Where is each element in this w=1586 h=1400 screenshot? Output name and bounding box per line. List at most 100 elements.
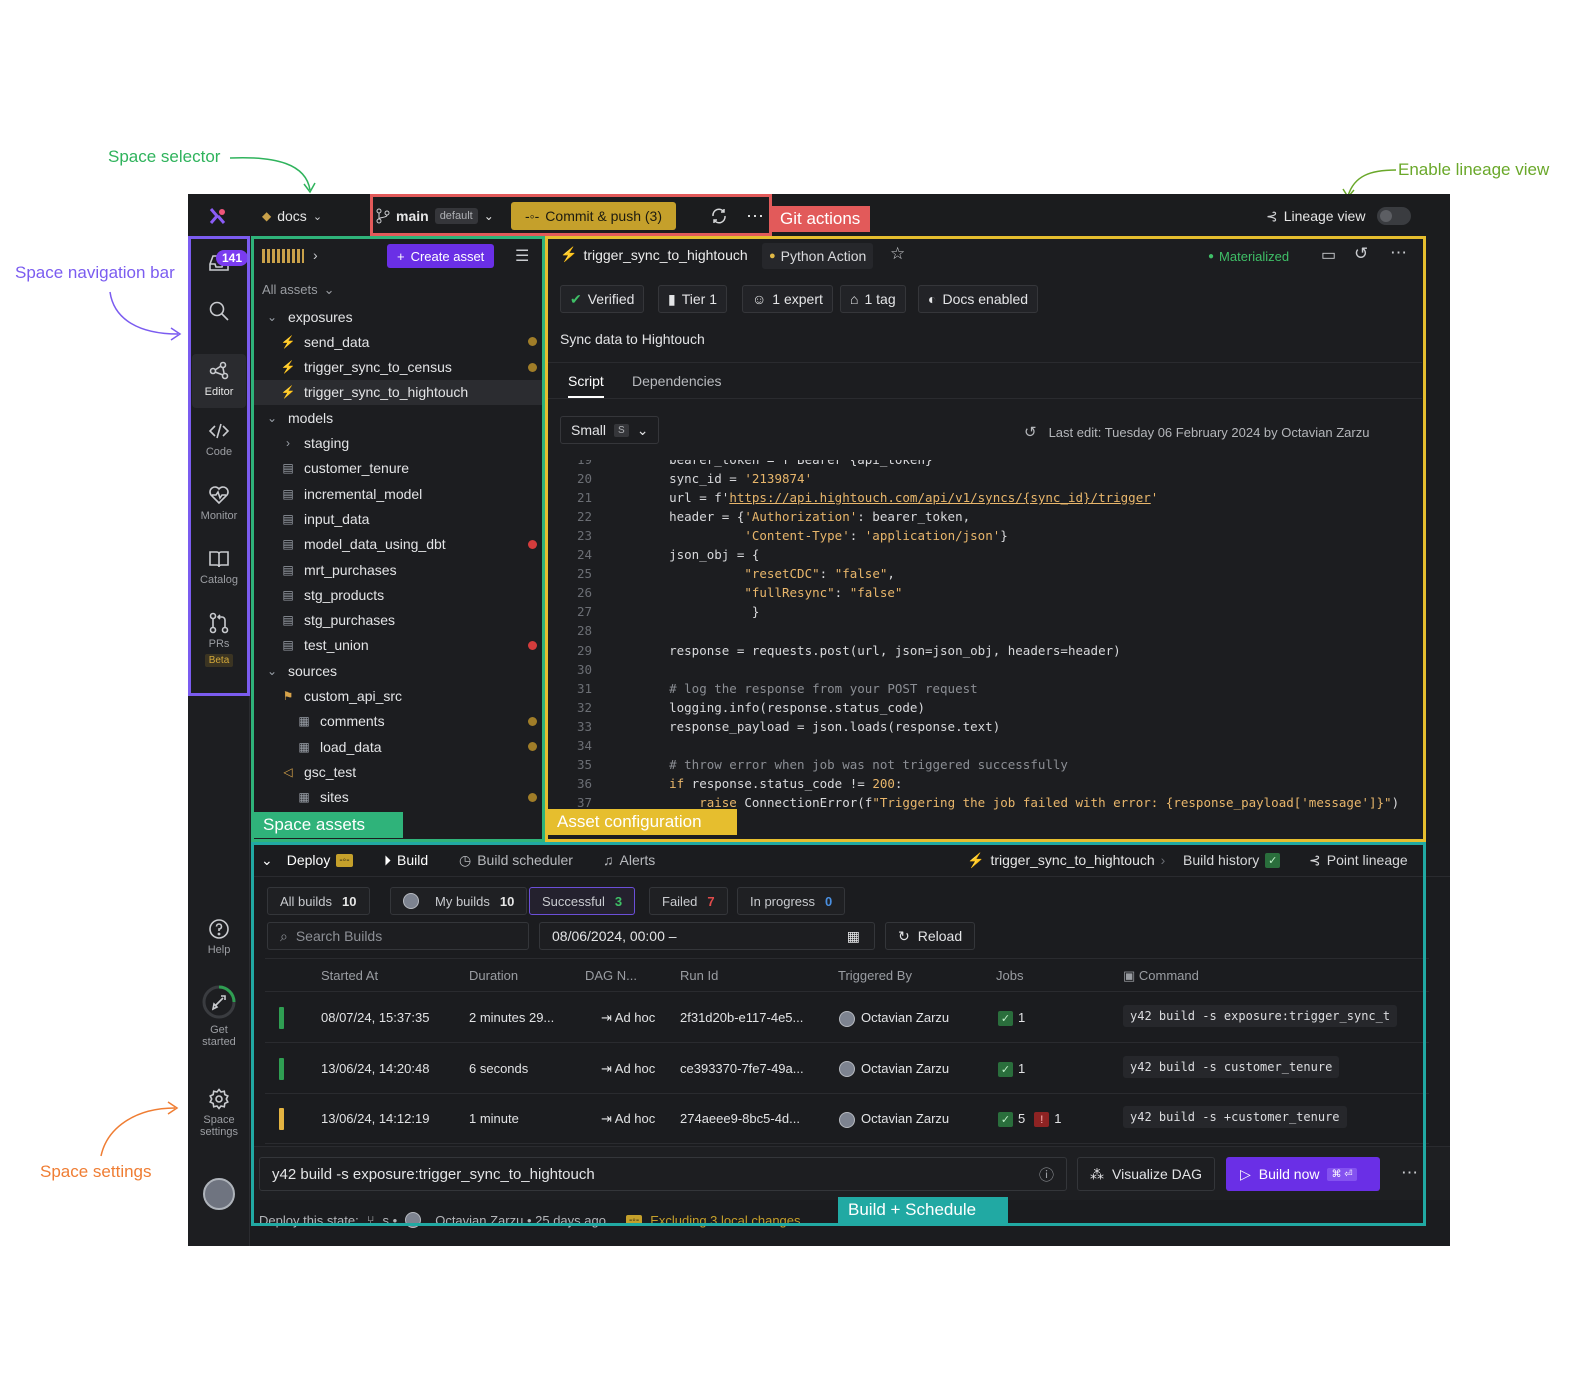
- ellipsis-icon: ⋯: [746, 205, 764, 226]
- tree-item[interactable]: ▤ mrt_purchases: [251, 557, 543, 582]
- tab-build[interactable]: ⏵ Build: [384, 843, 428, 877]
- tree-item[interactable]: ▤ input_data: [251, 506, 543, 531]
- tree-item[interactable]: ⌄ exposures: [251, 304, 543, 329]
- more-options-icon[interactable]: ⋯: [1390, 243, 1407, 263]
- docs-chip[interactable]: ◐ Docs enabled: [918, 285, 1039, 313]
- tree-item[interactable]: ▤ customer_tenure: [251, 456, 543, 481]
- tag-icon: ⌂: [850, 291, 859, 307]
- filter-chip[interactable]: My builds 10: [390, 887, 528, 915]
- commit-push-button[interactable]: -◦- Commit & push (3): [511, 202, 676, 230]
- filter-chip[interactable]: Successful 3: [529, 887, 636, 915]
- nav-help[interactable]: Help: [192, 918, 246, 968]
- tree-item[interactable]: ▤ stg_purchases: [251, 608, 543, 633]
- lineage-toggle-switch[interactable]: [1377, 207, 1412, 225]
- lineage-view-toggle[interactable]: ⊰ Lineage view: [1266, 194, 1412, 238]
- filter-chip[interactable]: All builds 10: [267, 887, 370, 915]
- tree-item[interactable]: ▦ comments: [251, 709, 543, 734]
- tree-item-label: trigger_sync_to_hightouch: [304, 384, 469, 401]
- breadcrumb[interactable]: ⚡ trigger_sync_to_hightouch ›: [967, 843, 1165, 877]
- sync-button[interactable]: [710, 194, 728, 238]
- tree-item-label: staging: [304, 435, 350, 451]
- tree-item[interactable]: ▦ load_data: [251, 734, 543, 759]
- filter-chip[interactable]: Failed 7: [649, 887, 728, 915]
- asset-description[interactable]: Sync data to Hightouch: [560, 331, 705, 347]
- col-dag-name[interactable]: DAG N...: [585, 968, 637, 983]
- tab-alerts[interactable]: ♫ Alerts: [603, 843, 655, 877]
- app-window: ◆ docs ⌄ main default ⌄ -◦- Commit & pus…: [188, 194, 1450, 1246]
- tree-item[interactable]: ▤ stg_products: [251, 582, 543, 607]
- col-jobs[interactable]: Jobs: [996, 968, 1023, 983]
- col-triggered-by[interactable]: Triggered By: [838, 968, 912, 983]
- build-now-button[interactable]: ▷ Build now ⌘ ⏎: [1226, 1157, 1380, 1191]
- reload-button[interactable]: ↻ Reload: [885, 922, 975, 950]
- filter-chip[interactable]: In progress 0: [737, 887, 846, 915]
- table-row[interactable]: 13/06/24, 14:20:48 6 seconds ⇥ Ad hoc ce393…: [265, 1044, 1429, 1094]
- nav-prs[interactable]: PRs Beta: [192, 612, 246, 678]
- nav-monitor[interactable]: Monitor: [192, 484, 246, 534]
- help-icon[interactable]: ⓘ: [1039, 1164, 1054, 1185]
- command-input[interactable]: y42 build -s exposure:trigger_sync_to_hi…: [259, 1157, 1067, 1191]
- commit-icon: -◦-: [525, 208, 540, 224]
- size-select[interactable]: Small S ⌄: [560, 416, 660, 444]
- user-avatar[interactable]: [192, 1178, 246, 1214]
- branch-selector[interactable]: main default ⌄: [376, 194, 494, 238]
- col-run-id[interactable]: Run Id: [680, 968, 718, 983]
- table-row[interactable]: 13/06/24, 14:12:19 1 minute ⇥ Ad hoc 274aee…: [265, 1094, 1429, 1144]
- create-asset-label: Create asset: [410, 248, 485, 264]
- table-row[interactable]: 08/07/24, 15:37:35 2 minutes 29... ⇥ Ad ho…: [265, 993, 1429, 1043]
- asset-grid-icon[interactable]: [262, 249, 304, 263]
- tab-build-scheduler[interactable]: ◷ Build scheduler: [459, 843, 573, 877]
- search-button[interactable]: [192, 300, 246, 336]
- calendar-icon[interactable]: ▦: [847, 928, 860, 945]
- point-lineage-button[interactable]: ⊰ Point lineage: [1309, 843, 1408, 877]
- nav-space-settings[interactable]: Space settings: [192, 1088, 246, 1148]
- asset-filter[interactable]: All assets ⌄: [262, 282, 335, 298]
- visualize-dag-button[interactable]: ⁂ Visualize DAG: [1077, 1157, 1215, 1191]
- tree-item[interactable]: ⚑ custom_api_src: [251, 684, 543, 709]
- search-builds-input[interactable]: ⌕ Search Builds: [267, 922, 529, 950]
- tree-item[interactable]: ▤ model_data_using_dbt: [251, 532, 543, 557]
- history-icon[interactable]: ↺: [1354, 244, 1368, 264]
- more-options-icon[interactable]: ⋯: [1401, 1163, 1418, 1183]
- tier-chip[interactable]: ▮ Tier 1: [658, 285, 727, 313]
- build-history-link[interactable]: Build history ✓: [1183, 843, 1285, 877]
- tree-item[interactable]: ⚡ send_data: [251, 329, 543, 354]
- code-editor[interactable]: 19 bearer_token = f'Bearer {api_token}'2…: [544, 460, 1422, 810]
- tab-script[interactable]: Script: [568, 373, 604, 398]
- col-command[interactable]: ▣ Command: [1123, 968, 1199, 984]
- nav-get-started[interactable]: Get started: [192, 984, 246, 1058]
- chevron-right-icon[interactable]: ›: [313, 247, 318, 263]
- nav-code[interactable]: Code: [192, 420, 246, 470]
- inbox-button[interactable]: 141: [192, 250, 249, 288]
- tab-deploy[interactable]: ⌄ Deploy -◦-: [261, 843, 353, 877]
- tree-item[interactable]: ▤ incremental_model: [251, 481, 543, 506]
- tree-item[interactable]: ⌄ models: [251, 405, 543, 430]
- excluding-changes[interactable]: Excluding 3 local changes: [650, 1213, 800, 1228]
- app-logo[interactable]: [208, 194, 228, 238]
- nav-editor[interactable]: Editor: [192, 354, 246, 408]
- nav-catalog[interactable]: Catalog: [192, 548, 246, 598]
- tab-dependencies[interactable]: Dependencies: [632, 373, 722, 389]
- space-selector[interactable]: ◆ docs ⌄: [262, 194, 322, 238]
- date-range-input[interactable]: 08/06/2024, 00:00 – ▦: [539, 922, 875, 950]
- tree-item[interactable]: ▤ test_union: [251, 633, 543, 658]
- command-cell[interactable]: y42 build -s exposure:trigger_sync_t: [1123, 1005, 1398, 1027]
- tree-item[interactable]: ◁ gsc_test: [251, 759, 543, 784]
- verified-chip[interactable]: ✔ Verified: [560, 285, 645, 313]
- experts-chip[interactable]: ☺ 1 expert: [742, 285, 833, 313]
- command-cell[interactable]: y42 build -s customer_tenure: [1123, 1055, 1340, 1078]
- tree-item[interactable]: › staging: [251, 431, 543, 456]
- comment-icon[interactable]: ▭: [1321, 245, 1336, 265]
- col-duration[interactable]: Duration: [469, 968, 518, 983]
- col-started-at[interactable]: Started At: [321, 968, 378, 983]
- tree-item[interactable]: ▦ sites: [251, 785, 543, 810]
- command-cell[interactable]: y42 build -s +customer_tenure: [1123, 1106, 1347, 1128]
- tags-chip[interactable]: ⌂ 1 tag: [840, 285, 906, 313]
- filter-list-icon[interactable]: ☰: [515, 246, 529, 266]
- create-asset-button[interactable]: + Create asset: [387, 244, 495, 268]
- tree-item[interactable]: ⌄ sources: [251, 658, 543, 683]
- tree-item[interactable]: ⚡ trigger_sync_to_hightouch: [251, 379, 543, 405]
- tree-item[interactable]: ⚡ trigger_sync_to_census: [251, 355, 543, 380]
- star-icon[interactable]: ☆: [890, 244, 905, 264]
- more-options-button[interactable]: ⋯: [746, 194, 764, 238]
